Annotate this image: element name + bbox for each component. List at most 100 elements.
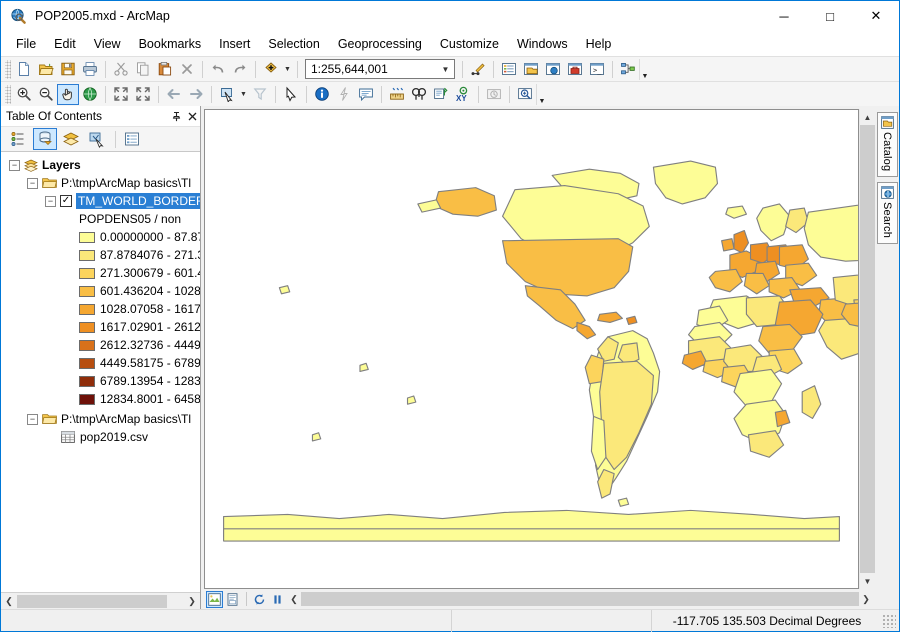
legend-class[interactable]: 2612.32736 - 4449.5 [1,336,200,354]
data-view-button[interactable] [206,591,223,608]
list-by-selection-button[interactable] [85,128,109,150]
zoom-out-icon[interactable] [35,84,57,105]
time-slider-icon[interactable] [483,84,505,105]
legend-class[interactable]: 271.300679 - 601.43 [1,264,200,282]
previous-extent-icon[interactable] [163,84,185,105]
expander-workspace-2[interactable]: − [27,414,38,425]
legend-class[interactable]: 0.00000000 - 87.878 [1,228,200,246]
scroll-right-icon[interactable]: ❯ [859,594,873,605]
html-popup-icon[interactable] [355,84,377,105]
new-document-icon[interactable] [13,59,35,80]
menu-selection[interactable]: Selection [259,34,328,54]
map-vertical-scrollbar[interactable]: ▲ ▼ [859,109,875,589]
legend-class[interactable]: 1028.07058 - 1617.0 [1,300,200,318]
menu-windows[interactable]: Windows [508,34,577,54]
add-data-dropdown-caret[interactable]: ▼ [282,59,293,80]
menu-customize[interactable]: Customize [431,34,508,54]
pause-drawing-button[interactable] [269,591,286,608]
next-extent-icon[interactable] [185,84,207,105]
find-route-icon[interactable] [430,84,452,105]
catalog-tab[interactable]: Catalog [877,112,898,177]
menu-edit[interactable]: Edit [45,34,85,54]
tools-toolbar-overflow-button[interactable]: ▼ [536,84,547,105]
toolbar-grip[interactable] [5,85,11,104]
menu-help[interactable]: Help [577,34,621,54]
expander-layer[interactable]: − [45,196,56,207]
undo-icon[interactable] [207,59,229,80]
expander-layers[interactable]: − [9,160,20,171]
fixed-zoom-out-icon[interactable] [132,84,154,105]
table-of-contents-icon[interactable] [498,59,520,80]
layout-view-button[interactable] [224,591,241,608]
clear-selection-icon[interactable] [249,84,271,105]
search-window-icon[interactable] [542,59,564,80]
toc-scroll-thumb[interactable] [17,595,167,608]
resize-grip[interactable] [882,614,896,628]
full-extent-icon[interactable] [79,84,101,105]
arctoolbox-icon[interactable] [564,59,586,80]
toolbar-grip[interactable] [5,60,11,79]
list-by-drawing-order-button[interactable] [7,128,31,150]
legend-class[interactable]: 1617.02901 - 2612.3 [1,318,200,336]
map-canvas[interactable] [204,109,859,589]
toc-horizontal-scrollbar[interactable]: ❮ ❯ [1,592,200,609]
open-document-icon[interactable] [35,59,57,80]
legend-class[interactable]: 87.8784076 - 271.30 [1,246,200,264]
fixed-zoom-in-icon[interactable] [110,84,132,105]
toc-options-button[interactable] [120,128,144,150]
hyperlink-icon[interactable] [333,84,355,105]
maximize-button[interactable]: □ [807,1,853,31]
redo-icon[interactable] [229,59,251,80]
toc-node-workspace-2[interactable]: − P:\tmp\ArcMap basics\Tl [1,410,200,428]
identify-icon[interactable] [311,84,333,105]
toc-scroll-track[interactable] [17,594,184,609]
refresh-view-button[interactable] [251,591,268,608]
legend-class[interactable]: 12834.8001 - 64589. [1,390,200,408]
copy-icon[interactable] [132,59,154,80]
menu-bookmarks[interactable]: Bookmarks [130,34,211,54]
delete-icon[interactable] [176,59,198,80]
toc-node-table[interactable]: pop2019.csv [1,428,200,446]
menu-file[interactable]: File [7,34,45,54]
legend-class[interactable]: 4449.58175 - 6789.1 [1,354,200,372]
select-features-icon[interactable] [216,84,238,105]
layer-visibility-checkbox[interactable]: ✓ [60,195,72,207]
map-bottom-scrollbar[interactable]: ❮ ❯ [287,592,873,607]
catalog-window-icon[interactable] [520,59,542,80]
minimize-button[interactable]: ─ [761,1,807,31]
map-hscroll-track[interactable] [301,592,859,606]
toc-node-workspace-1[interactable]: − P:\tmp\ArcMap basics\Tl [1,174,200,192]
scroll-left-icon[interactable]: ❮ [1,593,17,609]
list-by-source-button[interactable] [33,128,57,150]
map-vscroll-track[interactable] [860,125,875,573]
zoom-in-icon[interactable] [13,84,35,105]
cut-icon[interactable] [110,59,132,80]
toc-node-layer[interactable]: − ✓ TM_WORLD_BORDER [1,192,200,210]
select-features-dropdown-caret[interactable]: ▼ [238,84,249,105]
close-icon[interactable] [184,107,200,125]
expander-workspace-1[interactable]: − [27,178,38,189]
legend-class[interactable]: 6789.13954 - 12834. [1,372,200,390]
find-icon[interactable] [408,84,430,105]
pin-icon[interactable] [168,107,184,125]
measure-icon[interactable] [386,84,408,105]
modelbuilder-icon[interactable] [617,59,639,80]
legend-class[interactable]: 601.436204 - 1028.0 [1,282,200,300]
map-scale-combobox[interactable]: 1:255,644,001 ▼ [305,59,455,79]
chevron-down-icon[interactable]: ▼ [437,65,454,74]
go-to-xy-icon[interactable]: XY [452,84,474,105]
paste-icon[interactable] [154,59,176,80]
toc-node-layers[interactable]: − Layers [1,156,200,174]
scroll-down-icon[interactable]: ▼ [860,573,875,589]
menu-geoprocessing[interactable]: Geoprocessing [329,34,431,54]
pan-icon[interactable] [57,84,79,105]
create-viewer-window-icon[interactable] [514,84,536,105]
python-window-icon[interactable]: >_ [586,59,608,80]
standard-toolbar-overflow-button[interactable]: ▼ [639,59,650,80]
scroll-left-icon[interactable]: ❮ [287,594,301,605]
menu-insert[interactable]: Insert [210,34,259,54]
close-button[interactable]: ✕ [853,1,899,31]
menu-view[interactable]: View [85,34,130,54]
list-by-visibility-button[interactable] [59,128,83,150]
add-data-icon[interactable] [260,59,282,80]
